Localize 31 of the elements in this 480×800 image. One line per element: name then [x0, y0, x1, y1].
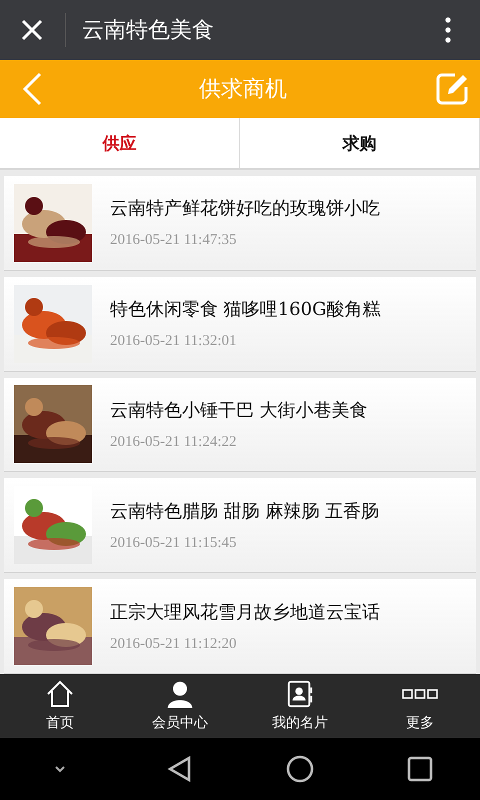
item-title: 云南特产鲜花饼好吃的玫瑰饼小吃 [110, 197, 380, 220]
home-icon [45, 680, 75, 708]
more-icon [402, 688, 438, 700]
nav-item[interactable]: 会员中心 [120, 674, 240, 738]
recent-apps-icon[interactable] [405, 754, 435, 784]
item-title: 正宗大理风花雪月故乡地道云宝话 [110, 600, 380, 624]
nav-item[interactable]: 首页 [0, 674, 120, 738]
contact-card-icon [285, 680, 315, 708]
nav-item[interactable]: 我的名片 [240, 674, 360, 738]
list-item[interactable]: 云南特色小锤干巴 大街小巷美食 2016-05-21 11:24:22 [4, 378, 476, 472]
menu-icon [445, 17, 451, 43]
list-item[interactable]: 特色休闲零食 猫哆哩160G酸角糕 2016-05-21 11:32:01 [4, 276, 476, 372]
list-item[interactable]: 云南特色腊肠 甜肠 麻辣肠 五香肠 2016-05-21 11:15:45 [4, 478, 476, 574]
page-title: 供求商机 [198, 76, 288, 104]
item-date: 2016-05-21 11:32:01 [110, 333, 238, 350]
item-title: 云南特色小锤干巴 大街小巷美食 [110, 398, 368, 422]
list-item[interactable]: 正宗大理风花雪月故乡地道云宝话 2016-05-21 11:12:20 [4, 579, 476, 674]
close-icon [20, 18, 44, 42]
item-title: 特色休闲零食 猫哆哩160G酸角糕 [110, 298, 380, 322]
item-date: 2016-05-21 11:12:20 [110, 636, 238, 653]
list-item[interactable]: 云南特产鲜花饼好吃的玫瑰饼小吃 2016-05-21 11:47:35 [4, 176, 476, 271]
home-icon[interactable] [285, 754, 315, 784]
item-date: 2016-05-21 11:24:22 [110, 434, 238, 451]
item-date: 2016-05-21 11:47:35 [110, 232, 238, 250]
item-title: 云南特色腊肠 甜肠 麻辣肠 五香肠 [110, 500, 380, 523]
window-title: 云南特色美食 [82, 17, 215, 45]
person-icon [165, 680, 195, 708]
edit-icon [435, 72, 469, 106]
item-date: 2016-05-21 11:15:45 [110, 534, 238, 552]
back-icon [21, 72, 43, 106]
nav-item[interactable]: 更多 [360, 674, 480, 738]
